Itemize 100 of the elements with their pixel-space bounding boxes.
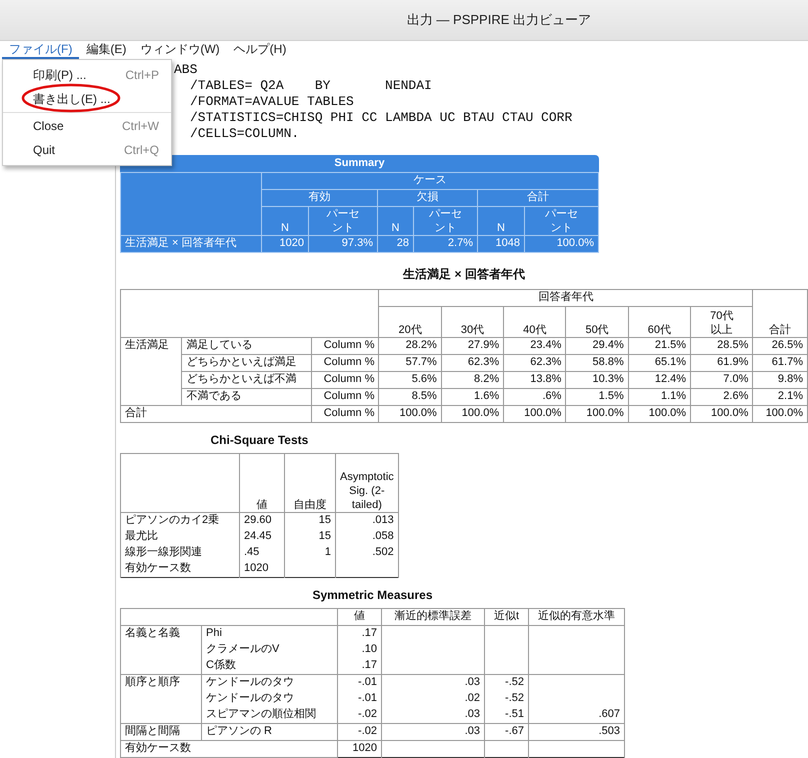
table-cell: 28.5% xyxy=(690,338,753,354)
shortcut-label: Ctrl+W xyxy=(122,119,159,133)
statistic-label: Column % xyxy=(312,388,379,406)
table-cell: 29.4% xyxy=(566,338,628,354)
table-cell: 28.2% xyxy=(378,338,442,354)
row-header: ケンドールのタウ xyxy=(202,674,338,691)
column-header: ケース xyxy=(262,172,598,190)
menu-item[interactable]: 編集(E) xyxy=(79,41,134,59)
window-title: 出力 — PSPPIRE 出力ビューア xyxy=(406,11,591,29)
table-cell: 100.0% xyxy=(690,406,753,422)
row-header: どちらかといえば不満 xyxy=(182,372,312,388)
column-header: N xyxy=(478,206,524,236)
column-header: 30代 xyxy=(441,306,504,338)
row-header: 間隔と間隔 xyxy=(120,724,202,740)
row-header: 有効ケース数 xyxy=(120,561,240,578)
table-cell: 65.1% xyxy=(628,354,691,372)
table-cell: 13.8% xyxy=(504,372,566,388)
table-cell: 15 xyxy=(284,529,336,545)
table-cell: 57.7% xyxy=(378,354,442,372)
table-cell: -.02 xyxy=(338,707,382,724)
table-cell: .607 xyxy=(528,707,624,724)
table-cell: 1048 xyxy=(478,236,524,252)
menu-item[interactable]: ウィンドウ(W) xyxy=(133,41,227,59)
table-cell: .058 xyxy=(336,529,398,545)
table-cell: 1 xyxy=(284,545,336,561)
column-header: 合計 xyxy=(478,190,598,206)
column-header: 50代 xyxy=(566,306,628,338)
table-cell: 29.60 xyxy=(240,512,284,529)
table-cell: 27.9% xyxy=(441,338,504,354)
menu-entry-label: Close xyxy=(33,119,64,133)
table-cell: 15 xyxy=(284,512,336,529)
table-cell: .03 xyxy=(382,674,484,691)
row-header: クラメールのV xyxy=(202,642,338,658)
table-cell: .03 xyxy=(382,724,484,740)
table-cell: -.52 xyxy=(484,674,528,691)
table-title: Symmetric Measures xyxy=(311,587,434,604)
menu-entry-label: Quit xyxy=(33,143,56,157)
table-cell: .17 xyxy=(338,626,382,642)
table-title: Summary xyxy=(120,155,599,172)
column-header: パーセント xyxy=(308,206,378,236)
row-header: C係数 xyxy=(202,658,338,674)
column-header: 漸近的標準誤差 xyxy=(382,608,484,626)
table-cell: 100.0% xyxy=(566,406,628,422)
row-header: 有効ケース数 xyxy=(120,740,338,758)
table-cell: 1.6% xyxy=(441,388,504,406)
column-header: 近似t xyxy=(484,608,528,626)
menu-entry[interactable]: 印刷(P) ... Ctrl+P xyxy=(3,63,171,87)
syntax-line: /CELLS=COLUMN. xyxy=(190,126,300,142)
table-cell: .45 xyxy=(240,545,284,561)
row-header: どちらかといえば満足 xyxy=(182,354,312,372)
table-title: 生活満足 × 回答者年代 xyxy=(402,266,526,283)
row-header: 名義と名義 xyxy=(120,626,202,674)
column-header: 有効 xyxy=(262,190,378,206)
row-header: 順序と順序 xyxy=(120,674,202,724)
table-cell: 2.6% xyxy=(690,388,753,406)
table-cell: .013 xyxy=(336,512,398,529)
row-header: 最尤比 xyxy=(120,529,240,545)
column-header: 回答者年代 xyxy=(378,290,753,306)
table-cell: 1020 xyxy=(262,236,308,252)
menu-entry[interactable]: Close Ctrl+W xyxy=(3,114,171,138)
menu-entry[interactable]: 書き出し(E) ... xyxy=(3,87,171,111)
table-cell: 5.6% xyxy=(378,372,442,388)
row-header: スピアマンの順位相関 xyxy=(202,707,338,724)
column-header: 40代 xyxy=(504,306,566,338)
table-cell: .03 xyxy=(382,707,484,724)
table-cell: 1.1% xyxy=(628,388,691,406)
table-cell: 23.4% xyxy=(504,338,566,354)
table-cell: 100.0% xyxy=(504,406,566,422)
table-cell: -.52 xyxy=(484,691,528,707)
table-cell: 1020 xyxy=(338,740,382,758)
row-header: 生活満足 × 回答者年代 xyxy=(120,236,262,252)
statistic-label: Column % xyxy=(312,338,379,354)
row-header: 不満である xyxy=(182,388,312,406)
row-header: 合計 xyxy=(120,406,312,422)
table-cell: .10 xyxy=(338,642,382,658)
shortcut-label: Ctrl+P xyxy=(125,68,159,82)
table-cell: 1.5% xyxy=(566,388,628,406)
table-cell: 61.9% xyxy=(690,354,753,372)
column-header: 近似的有意水準 xyxy=(528,608,624,626)
table-cell: 24.45 xyxy=(240,529,284,545)
menu-item[interactable]: ヘルプ(H) xyxy=(226,41,294,59)
table-cell: 21.5% xyxy=(628,338,691,354)
table-cell: .17 xyxy=(338,658,382,674)
table-cell: 28 xyxy=(378,236,414,252)
table-cell: -.01 xyxy=(338,691,382,707)
column-header: N xyxy=(262,206,308,236)
table-cell: 62.3% xyxy=(441,354,504,372)
table-cell: 100.0% xyxy=(378,406,442,422)
table-cell: 8.5% xyxy=(378,388,442,406)
statistic-label: Column % xyxy=(312,354,379,372)
table-cell: -.67 xyxy=(484,724,528,740)
row-header: ピアソンのカイ2乗 xyxy=(120,512,240,529)
table-cell: 2.1% xyxy=(752,388,808,406)
table-cell: 1020 xyxy=(240,561,284,578)
table-cell: -.51 xyxy=(484,707,528,724)
table-cell: 100.0% xyxy=(628,406,691,422)
row-header: ピアソンの R xyxy=(202,724,338,740)
column-header: 20代 xyxy=(378,306,442,338)
syntax-line: /FORMAT=AVALUE TABLES xyxy=(190,94,354,110)
table-cell: 58.8% xyxy=(566,354,628,372)
